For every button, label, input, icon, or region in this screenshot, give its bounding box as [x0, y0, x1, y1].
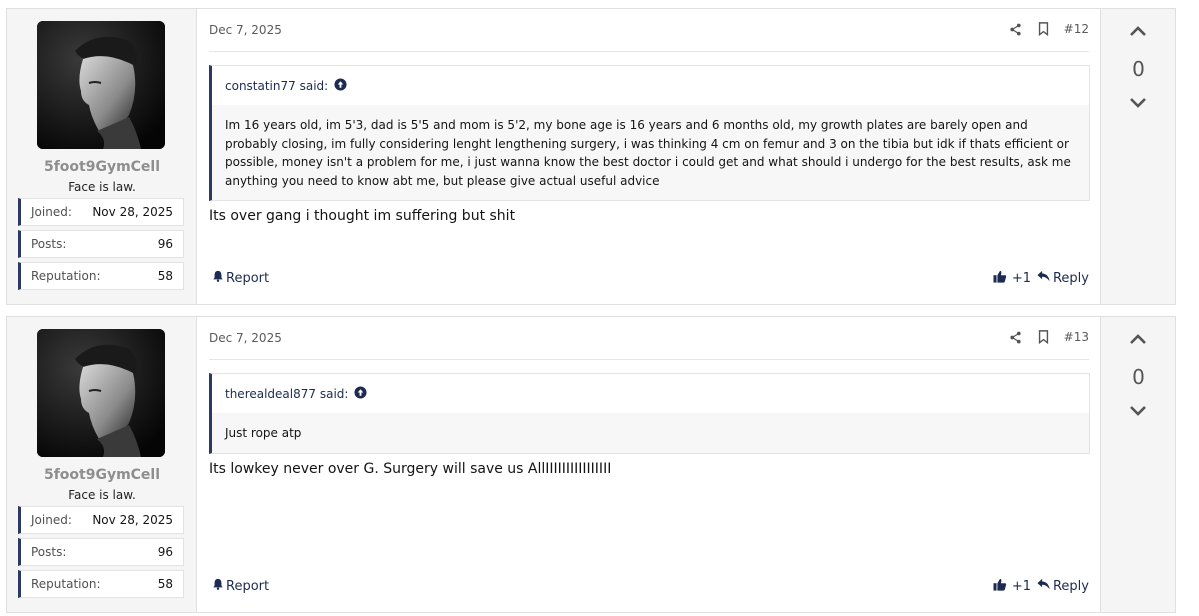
chevron-up-icon[interactable]: [1128, 23, 1148, 42]
post-date[interactable]: Dec 7, 2025: [209, 23, 282, 37]
chevron-down-icon[interactable]: [1128, 403, 1148, 422]
stat-value: Nov 28, 2025: [92, 205, 173, 219]
arrow-circle-up-icon[interactable]: [354, 386, 367, 402]
reply-label: Reply: [1052, 270, 1089, 286]
stat-label: Reputation:: [31, 269, 101, 283]
reply-icon: [1037, 270, 1050, 286]
thumbs-up-icon: [993, 270, 1007, 287]
post-message: Its over gang i thought im suffering but…: [209, 208, 516, 224]
post-footer: Report +1 Reply: [209, 578, 1089, 598]
username[interactable]: 5foot9GymCell: [7, 159, 197, 175]
bookmark-icon[interactable]: [1036, 21, 1052, 37]
stat-joined: Joined: Nov 28, 2025: [18, 506, 184, 534]
share-icon[interactable]: [1008, 21, 1024, 37]
quote-text: Just rope atp: [225, 426, 302, 440]
report-button[interactable]: Report: [212, 578, 269, 594]
chevron-up-icon[interactable]: [1128, 331, 1148, 350]
post-message: Its lowkey never over G. Surgery will sa…: [209, 461, 612, 477]
username[interactable]: 5foot9GymCell: [7, 467, 197, 483]
bookmark-icon[interactable]: [1036, 329, 1052, 345]
reaction-count: +1: [1011, 271, 1031, 286]
stat-label: Posts:: [31, 237, 67, 251]
post-user-cell: 5foot9GymCell Face is law. Joined: Nov 2…: [7, 317, 197, 612]
report-button[interactable]: Report: [212, 270, 269, 286]
post-number[interactable]: #12: [1064, 22, 1089, 36]
stat-posts: Posts: 96: [18, 538, 184, 566]
vote-count: 0: [1132, 57, 1145, 81]
user-title: Face is law.: [68, 180, 136, 194]
reaction-count: +1: [1011, 579, 1031, 594]
stat-value: 58: [157, 577, 173, 591]
post-main: Dec 7, 2025 #12 constatin77 said: Im 16 …: [198, 9, 1101, 304]
forum-post: 5foot9GymCell Face is law. Joined: Nov 2…: [6, 316, 1176, 613]
post-date[interactable]: Dec 7, 2025: [209, 331, 282, 345]
reply-label: Reply: [1052, 578, 1089, 594]
arrow-circle-up-icon[interactable]: [334, 78, 347, 94]
user-title: Face is law.: [68, 488, 136, 502]
reply-button[interactable]: Reply: [1037, 270, 1089, 286]
like-button[interactable]: +1: [993, 578, 1031, 595]
stat-posts: Posts: 96: [18, 230, 184, 258]
post-main: Dec 7, 2025 #13 therealdeal877 said: Jus…: [198, 317, 1101, 612]
post-actions: #12: [1008, 21, 1089, 37]
quote-text: Im 16 years old, im 5'3, dad is 5'5 and …: [225, 118, 1071, 188]
stat-value: 96: [157, 237, 173, 251]
share-icon[interactable]: [1008, 329, 1024, 345]
post-number[interactable]: #13: [1064, 330, 1089, 344]
vote-count: 0: [1132, 365, 1145, 389]
stat-label: Joined:: [31, 205, 72, 219]
reply-button[interactable]: Reply: [1037, 578, 1089, 594]
vote-cell: 0: [1100, 9, 1175, 304]
divider: [209, 359, 1089, 360]
post-user-cell: 5foot9GymCell Face is law. Joined: Nov 2…: [7, 9, 197, 304]
quote-header: constatin77 said:: [212, 66, 1089, 105]
quote-header: therealdeal877 said:: [212, 374, 1089, 413]
report-label: Report: [226, 578, 270, 594]
stat-reputation: Reputation: 58: [18, 262, 184, 290]
divider: [209, 51, 1089, 52]
chevron-down-icon[interactable]: [1128, 95, 1148, 114]
stat-label: Reputation:: [31, 577, 101, 591]
stat-value: Nov 28, 2025: [92, 513, 173, 527]
report-label: Report: [226, 270, 270, 286]
quote-author[interactable]: constatin77 said:: [225, 79, 328, 93]
stat-reputation: Reputation: 58: [18, 570, 184, 598]
vote-cell: 0: [1100, 317, 1175, 612]
stat-joined: Joined: Nov 28, 2025: [18, 198, 184, 226]
post-actions: #13: [1008, 329, 1089, 345]
avatar[interactable]: [37, 329, 165, 457]
quote-block: therealdeal877 said: Just rope atp: [209, 373, 1090, 454]
post-footer: Report +1 Reply: [209, 270, 1089, 290]
avatar[interactable]: [37, 21, 165, 149]
like-button[interactable]: +1: [993, 270, 1031, 287]
bell-icon: [212, 270, 224, 286]
bell-icon: [212, 578, 224, 594]
quote-block: constatin77 said: Im 16 years old, im 5'…: [209, 65, 1090, 201]
forum-post: 5foot9GymCell Face is law. Joined: Nov 2…: [6, 8, 1176, 305]
stat-label: Joined:: [31, 513, 72, 527]
stat-value: 96: [157, 545, 173, 559]
quote-author[interactable]: therealdeal877 said:: [225, 387, 348, 401]
stat-label: Posts:: [31, 545, 67, 559]
stat-value: 58: [157, 269, 173, 283]
reply-icon: [1037, 578, 1050, 594]
thumbs-up-icon: [993, 578, 1007, 595]
